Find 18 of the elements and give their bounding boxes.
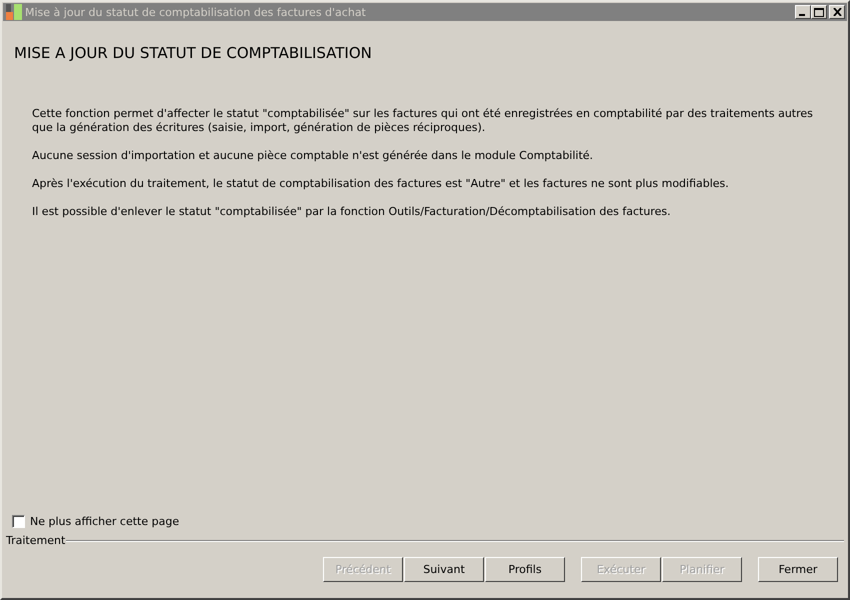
app-icon xyxy=(6,4,22,20)
dialog-button[interactable]: Profils xyxy=(485,557,565,582)
dialog-button[interactable]: Suivant xyxy=(404,557,484,582)
description-paragraph: Cette fonction permet d'affecter le statut "comptabilisée" sur les factures qui ont été enregistrées en comptabilité par des traitements autres que la génération des écritures (saisie, import, génération de pièces réciproques). xyxy=(32,107,814,135)
checkbox-label: Ne plus afficher cette page xyxy=(30,515,180,528)
group-label: Traitement xyxy=(6,534,66,547)
description-paragraph: Aucune session d'importation et aucune pièce comptable n'est générée dans le module Comptabilité. xyxy=(32,149,594,163)
close-button[interactable] xyxy=(829,5,845,19)
window-title: Mise à jour du statut de comptabilisation des factures d'achat xyxy=(25,6,367,18)
description-paragraph: Il est possible d'enlever le statut "comptabilisée" par la fonction Outils/Facturation/Décomptabilisation des factures. xyxy=(32,205,672,219)
page-heading: MISE A JOUR DU STATUT DE COMPTABILISATION xyxy=(14,44,373,62)
checkbox[interactable] xyxy=(12,515,25,528)
maximize-button[interactable] xyxy=(811,5,827,19)
dialog-button[interactable]: Fermer xyxy=(758,557,838,582)
maximize-icon xyxy=(814,8,824,16)
minimize-button[interactable] xyxy=(795,5,811,19)
close-icon xyxy=(832,8,842,16)
description-paragraph: Après l'exécution du traitement, le statut de comptabilisation des factures est "Autre" et les factures ne sont plus modifiables. xyxy=(32,177,730,191)
